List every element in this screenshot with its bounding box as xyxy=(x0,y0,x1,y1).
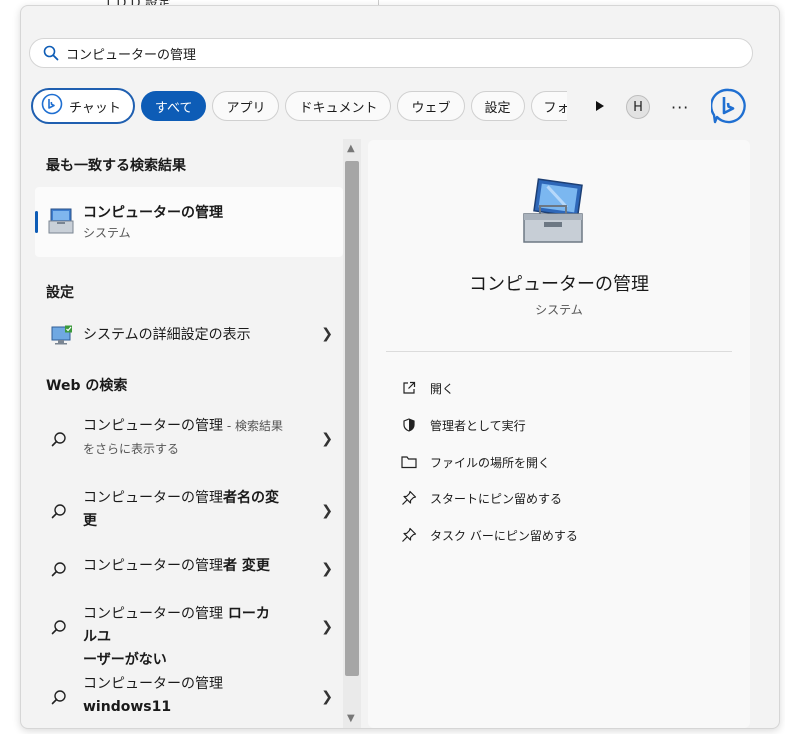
more-label: ··· xyxy=(671,98,690,117)
filter-chip-label: アプリ xyxy=(226,100,266,116)
web-result-item[interactable]: コンピューターの管理者名の変 更 ❯ xyxy=(35,483,343,539)
action-label: タスク バーにピン留めする xyxy=(430,528,578,543)
filter-chip-chat[interactable]: チャット xyxy=(31,88,135,124)
web-result-item[interactable]: コンピューターの管理者 変更 ❯ xyxy=(35,553,343,583)
filter-chip-label: ドキュメント xyxy=(299,100,378,116)
bing-chat-button[interactable] xyxy=(709,88,747,128)
preview-subtitle: システム xyxy=(535,303,583,317)
action-pin-to-start[interactable]: スタートにピン留めする xyxy=(400,488,562,508)
chevron-right-icon: ❯ xyxy=(321,689,333,705)
filter-chip-label: ウェブ xyxy=(411,100,451,116)
filter-chip-apps[interactable]: アプリ xyxy=(212,91,280,121)
web-result-suggestion: 者名の変 xyxy=(223,490,279,506)
search-box[interactable] xyxy=(29,38,753,68)
bing-icon xyxy=(709,88,746,124)
web-result-line2: windows11 xyxy=(83,699,172,715)
web-result-query: コンピューターの管理 xyxy=(83,606,223,622)
action-label: 開く xyxy=(430,381,455,396)
web-result-suffix: - 検索結果 xyxy=(223,419,283,433)
web-result-text: コンピューターの管理 windows11 xyxy=(83,673,283,719)
web-result-query: コンピューターの管理 xyxy=(83,558,223,574)
action-pin-to-taskbar[interactable]: タスク バーにピン留めする xyxy=(400,525,578,545)
results-scrollbar[interactable]: ▲ ▼ xyxy=(343,139,361,728)
action-open[interactable]: 開く xyxy=(400,378,454,398)
web-result-text: コンピューターの管理 ローカルユ ーザーがない xyxy=(83,603,283,672)
search-icon xyxy=(51,431,67,451)
filter-chip-settings[interactable]: 設定 xyxy=(470,91,525,121)
filter-chip-label: チャット xyxy=(69,100,121,116)
search-icon xyxy=(36,45,66,61)
filter-chip-label: フォ xyxy=(543,100,567,116)
action-label: 管理者として実行 xyxy=(430,418,526,433)
chevron-right-icon: ❯ xyxy=(321,326,333,342)
selection-indicator xyxy=(35,211,38,233)
system-settings-icon xyxy=(51,325,73,349)
web-result-query: コンピューターの管理 xyxy=(83,490,223,506)
search-input[interactable] xyxy=(66,45,666,61)
web-result-line2: をさらに表示する xyxy=(83,442,180,456)
web-result-text: コンピューターの管理者名の変 更 xyxy=(83,487,283,533)
bing-chat-icon xyxy=(41,93,63,119)
scroll-down-icon[interactable]: ▼ xyxy=(347,713,355,724)
best-match-item[interactable]: コンピューターの管理 システム xyxy=(35,187,343,257)
search-panel: チャット すべて アプリ ドキュメント ウェブ 設定 フォ H ··· 最も一致… xyxy=(20,5,780,729)
best-match-heading: 最も一致する検索結果 xyxy=(46,158,186,174)
open-external-icon xyxy=(400,379,418,397)
computer-management-icon xyxy=(47,207,75,239)
scrollbar-thumb[interactable] xyxy=(345,161,359,676)
web-result-query: コンピューターの管理 xyxy=(83,676,223,692)
web-result-line2: ーザーがない xyxy=(83,652,167,668)
web-result-item[interactable]: コンピューターの管理 ローカルユ ーザーがない ❯ xyxy=(35,599,343,668)
filter-chip-folders[interactable]: フォ xyxy=(530,91,567,121)
avatar-letter: H xyxy=(633,99,643,115)
shield-icon xyxy=(400,416,418,434)
scroll-filters-right-button[interactable] xyxy=(587,91,613,121)
filter-chip-label: すべて xyxy=(154,100,193,116)
search-icon xyxy=(51,561,67,581)
chevron-right-icon: ❯ xyxy=(321,503,333,519)
preview-pane: コンピューターの管理 システム 開く 管理者として実行 ファイルの場所を開く ス… xyxy=(368,140,750,728)
web-result-text: コンピューターの管理者 変更 xyxy=(83,555,283,578)
filter-chip-label: 設定 xyxy=(484,100,511,116)
web-result-item[interactable]: コンピューターの管理 windows11 ❯ xyxy=(35,669,343,725)
computer-management-large-icon xyxy=(518,176,590,252)
settings-result-item[interactable]: システムの詳細設定の表示 ❯ xyxy=(35,317,343,353)
web-result-suggestion: 者 変更 xyxy=(223,558,270,574)
action-open-file-location[interactable]: ファイルの場所を開く xyxy=(400,452,550,472)
filter-chip-web[interactable]: ウェブ xyxy=(397,91,465,121)
search-icon xyxy=(51,689,67,709)
chevron-right-icon: ❯ xyxy=(321,619,333,635)
settings-result-label: システムの詳細設定の表示 xyxy=(83,327,251,343)
chevron-right-icon: ❯ xyxy=(321,431,333,447)
folder-icon xyxy=(400,453,418,471)
best-match-title: コンピューターの管理 xyxy=(83,205,223,221)
filter-bar: チャット すべて アプリ ドキュメント ウェブ 設定 フォ xyxy=(31,88,613,124)
pin-icon xyxy=(400,526,418,544)
search-icon xyxy=(51,503,67,523)
account-avatar[interactable]: H xyxy=(626,95,650,119)
pin-icon xyxy=(400,489,418,507)
scroll-up-icon[interactable]: ▲ xyxy=(347,143,355,154)
best-match-subtitle: システム xyxy=(83,226,131,240)
chevron-right-icon: ❯ xyxy=(321,561,333,577)
web-result-query: コンピューターの管理 xyxy=(83,418,223,434)
web-result-text: コンピューターの管理 - 検索結果 をさらに表示する xyxy=(83,415,283,461)
web-result-line2: 更 xyxy=(83,513,97,529)
preview-title: コンピューターの管理 xyxy=(469,274,649,295)
play-arrow-icon xyxy=(595,101,604,111)
search-icon xyxy=(51,619,67,639)
results-list: 最も一致する検索結果 コンピューターの管理 システム 設定 システムの詳細設定の… xyxy=(21,139,343,728)
settings-heading: 設定 xyxy=(46,285,74,301)
web-result-item[interactable]: コンピューターの管理 - 検索結果 をさらに表示する ❯ xyxy=(35,411,343,467)
action-label: スタートにピン留めする xyxy=(430,491,563,506)
action-label: ファイルの場所を開く xyxy=(430,455,551,470)
filter-chip-all[interactable]: すべて xyxy=(140,91,207,121)
filter-chip-documents[interactable]: ドキュメント xyxy=(285,91,392,121)
more-options-button[interactable]: ··· xyxy=(671,98,689,117)
preview-divider xyxy=(386,351,732,352)
action-run-as-admin[interactable]: 管理者として実行 xyxy=(400,415,526,435)
web-search-heading: Web の検索 xyxy=(46,378,128,394)
